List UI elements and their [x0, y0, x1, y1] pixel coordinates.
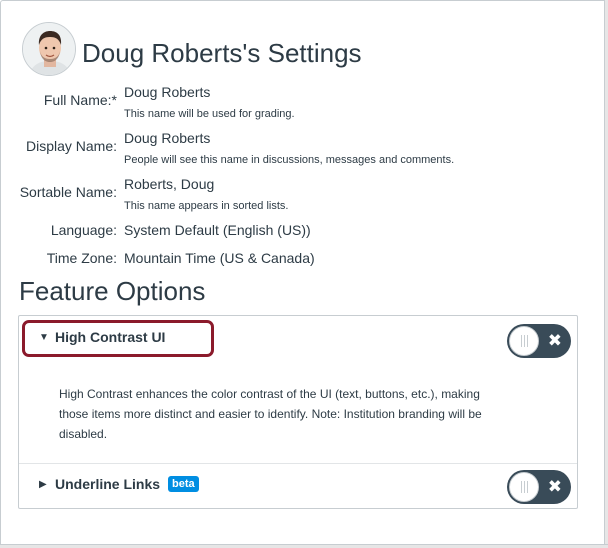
window-edge-bottom — [0, 544, 608, 548]
full-name-label: Full Name:* — [43, 92, 117, 108]
page-title: Doug Roberts's Settings — [82, 38, 362, 68]
caret-down-icon: ▼ — [39, 331, 49, 343]
feature-underline-links-toggle[interactable]: ▶ Underline Links beta — [39, 476, 199, 492]
sortable-name-help: This name appears in sorted lists. — [124, 200, 289, 212]
display-name-value: Doug Roberts — [124, 130, 211, 146]
feature-high-contrast-label: High Contrast UI — [55, 329, 166, 345]
high-contrast-switch[interactable]: ✖ — [507, 324, 571, 358]
feature-divider — [19, 463, 577, 464]
sortable-name-value: Roberts, Doug — [124, 176, 215, 192]
high-contrast-description: High Contrast enhances the color contras… — [59, 387, 482, 441]
feature-options-heading: Feature Options — [19, 276, 206, 306]
full-name-help: This name will be used for grading. — [124, 108, 295, 120]
feature-high-contrast-toggle[interactable]: ▼ High Contrast UI — [39, 329, 165, 345]
sortable-name-label: Sortable Name: — [19, 184, 117, 200]
feature-underline-links-label: Underline Links — [55, 476, 161, 492]
switch-knob — [509, 326, 539, 356]
switch-knob — [509, 472, 539, 502]
feature-options-panel: ▼ High Contrast UI ✖ High Contrast enhan… — [18, 315, 578, 509]
language-label: Language: — [50, 222, 117, 238]
time-zone-value: Mountain Time (US & Canada) — [124, 250, 315, 266]
language-value: System Default (English (US)) — [124, 222, 311, 238]
close-icon: ✖ — [547, 477, 562, 496]
display-name-label: Display Name: — [25, 138, 117, 154]
underline-links-switch[interactable]: ✖ — [507, 470, 571, 504]
full-name-value: Doug Roberts — [124, 84, 211, 100]
grip-icon — [520, 335, 528, 347]
window-edge-right — [604, 0, 608, 548]
avatar[interactable] — [22, 22, 76, 76]
time-zone-label: Time Zone: — [46, 250, 117, 266]
grip-icon — [520, 481, 528, 493]
close-icon: ✖ — [547, 331, 562, 350]
beta-badge: beta — [168, 476, 199, 492]
caret-right-icon: ▶ — [39, 478, 47, 490]
avatar-image — [23, 23, 75, 75]
display-name-help: People will see this name in discussions… — [124, 154, 455, 166]
